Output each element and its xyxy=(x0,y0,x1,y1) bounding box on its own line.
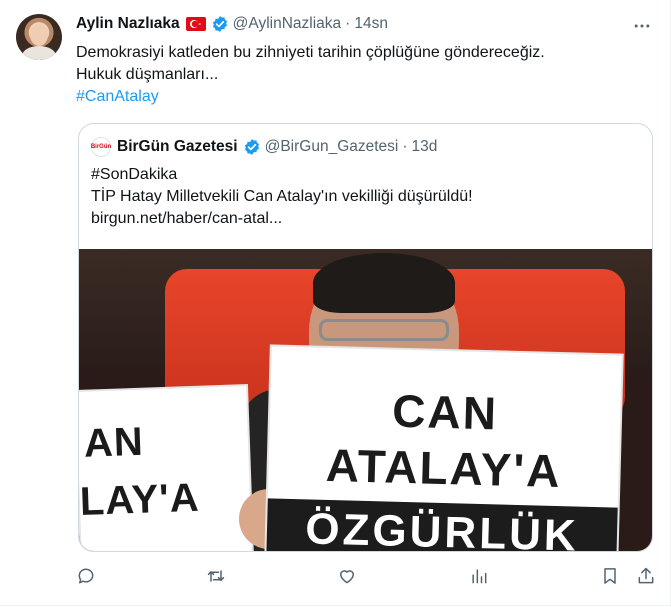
divider xyxy=(0,605,671,606)
tweet-text: Demokrasiyi katleden bu zihniyeti tarihi… xyxy=(76,42,656,108)
share-icon[interactable] xyxy=(636,566,658,588)
tweet-text-line: Hukuk düşmanları... xyxy=(76,66,219,83)
tweet-text-line: Demokrasiyi katleden bu zihniyeti tarihi… xyxy=(76,44,545,61)
sign-text: CAN xyxy=(391,384,499,440)
quoted-text-line: TİP Hatay Milletvekili Can Atalay'ın vek… xyxy=(91,188,473,205)
sign-text: LAY'A xyxy=(79,475,201,524)
quoted-tweet-text: #SonDakika TİP Hatay Milletvekili Can At… xyxy=(91,164,640,230)
more-options-icon[interactable] xyxy=(632,16,652,36)
author-handle[interactable]: @AylinNazliaka xyxy=(233,15,342,33)
quoted-tweet-header: BirGün BirGün Gazetesi @BirGun_Gazetesi … xyxy=(91,136,652,158)
person-glasses xyxy=(319,319,449,341)
author-name[interactable]: Aylin Nazlıaka xyxy=(76,15,180,33)
tweet-header: Aylin Nazlıaka @AylinNazliaka · 14sn xyxy=(76,10,656,38)
verified-badge-icon xyxy=(212,16,227,32)
protest-sign-right: CAN ATALAY'A ÖZGÜRLÜK xyxy=(266,346,622,552)
quoted-author-avatar: BirGün xyxy=(91,137,111,157)
sign-text: AN xyxy=(83,419,145,466)
separator-dot: · xyxy=(345,15,351,32)
quoted-tweet[interactable]: BirGün BirGün Gazetesi @BirGun_Gazetesi … xyxy=(78,123,653,552)
tweet-time[interactable]: 14sn xyxy=(354,15,388,33)
quoted-tweet-image[interactable]: AN LAY'A CAN ATALAY'A ÖZGÜRLÜK xyxy=(79,249,652,552)
quoted-hashtag: #SonDakika xyxy=(91,166,178,183)
quoted-author-handle: @BirGun_Gazetesi xyxy=(264,138,399,155)
tweet-actions xyxy=(76,566,661,590)
author-avatar[interactable] xyxy=(16,14,62,60)
like-icon[interactable] xyxy=(337,566,359,588)
tweet-content: Aylin Nazlıaka @AylinNazliaka · 14sn Dem… xyxy=(76,10,656,108)
reply-icon[interactable] xyxy=(76,566,98,588)
protest-sign-left: AN LAY'A xyxy=(79,386,252,551)
person-hair xyxy=(313,253,455,313)
hashtag-link[interactable]: #CanAtalay xyxy=(76,86,656,108)
bookmark-icon[interactable] xyxy=(600,566,622,588)
retweet-icon[interactable] xyxy=(206,566,228,588)
verified-badge-icon xyxy=(244,139,259,155)
quoted-link: birgun.net/haber/can-atal... xyxy=(91,210,283,227)
tweet-card[interactable]: Aylin Nazlıaka @AylinNazliaka · 14sn Dem… xyxy=(0,0,671,607)
views-icon[interactable] xyxy=(469,566,491,588)
separator-dot: · xyxy=(402,138,408,155)
sign-text: ATALAY'A xyxy=(325,438,563,498)
quoted-tweet-time: 13d xyxy=(411,138,438,155)
turkey-flag-icon xyxy=(185,17,206,31)
sign-text: ÖZGÜRLÜK xyxy=(304,504,580,552)
quoted-author-name: BirGün Gazetesi xyxy=(117,138,238,155)
